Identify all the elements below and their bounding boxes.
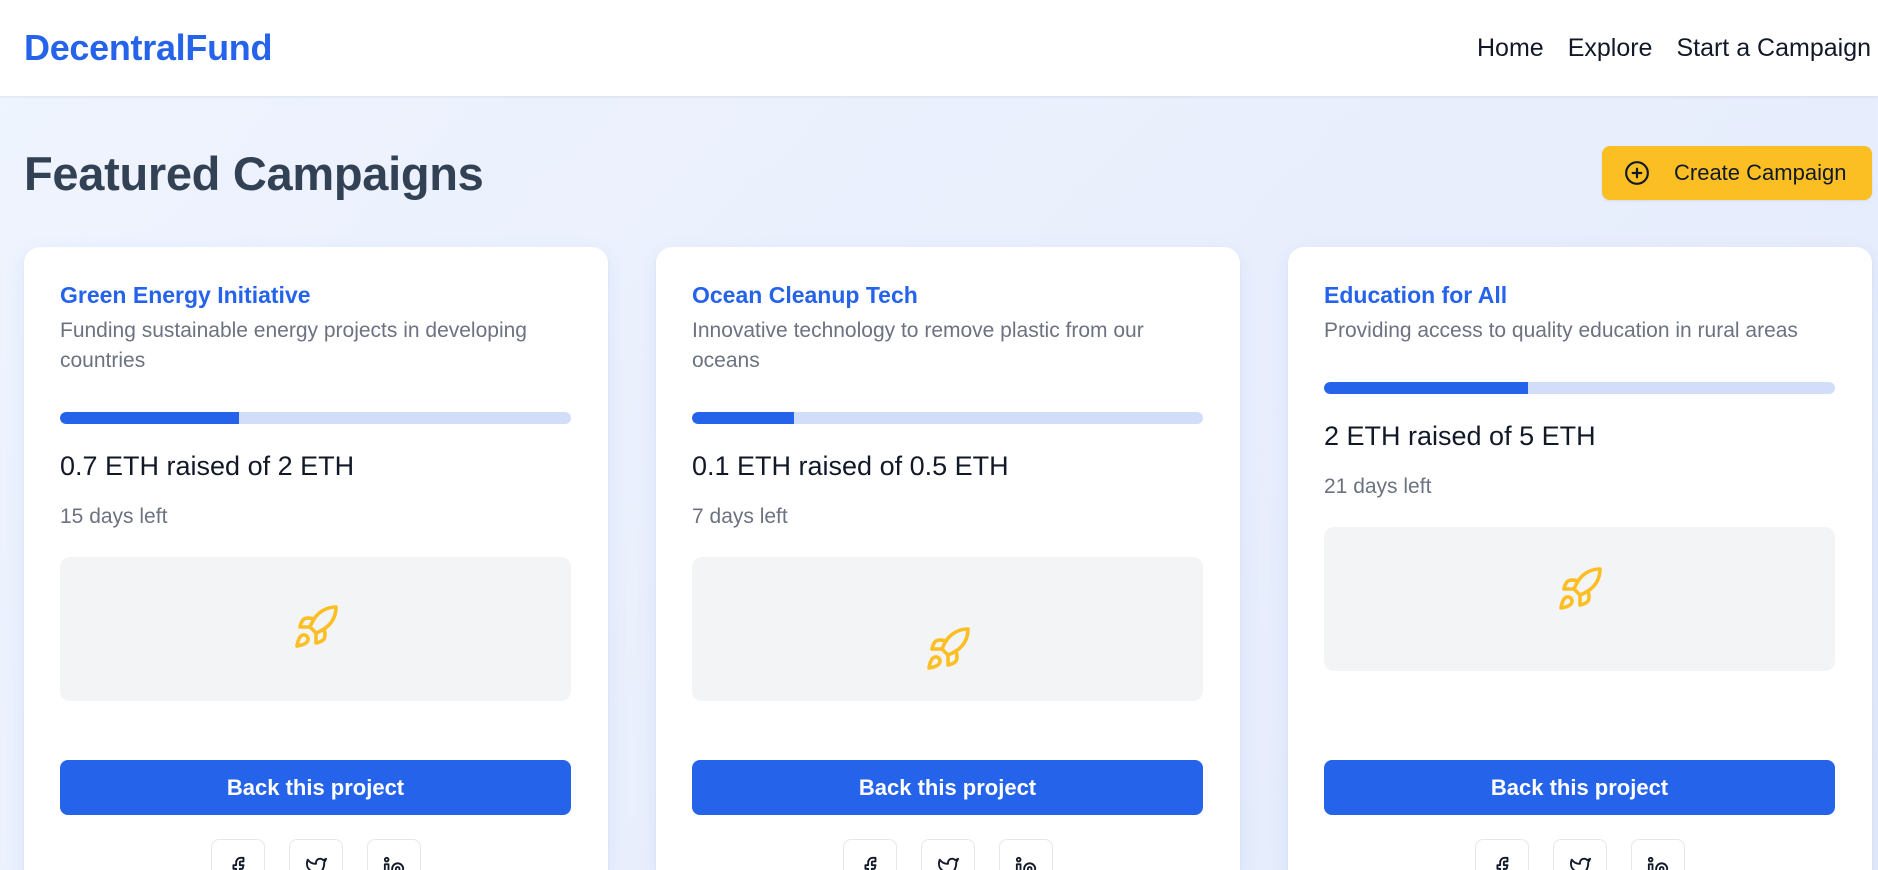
- linkedin-icon: [1647, 856, 1669, 870]
- twitter-icon: [938, 857, 959, 870]
- share-buttons: [24, 839, 608, 870]
- campaign-media: [60, 557, 571, 701]
- share-buttons: [1288, 839, 1872, 870]
- share-facebook-button[interactable]: [1475, 839, 1529, 870]
- campaign-card: Green Energy Initiative Funding sustaina…: [24, 247, 608, 870]
- campaign-card: Education for All Providing access to qu…: [1288, 247, 1872, 870]
- share-twitter-button[interactable]: [289, 839, 343, 870]
- nav-link-start-campaign[interactable]: Start a Campaign: [1676, 34, 1871, 63]
- campaign-description: Funding sustainable energy projects in d…: [60, 319, 527, 372]
- share-facebook-button[interactable]: [211, 839, 265, 870]
- linkedin-icon: [383, 856, 405, 870]
- days-left: 7 days left: [692, 505, 788, 528]
- back-project-button[interactable]: Back this project: [60, 760, 571, 815]
- rocket-icon: [295, 605, 338, 648]
- funding-progress-bar: [692, 412, 1203, 424]
- raised-amount: 0.7 ETH raised of 2 ETH: [60, 451, 355, 481]
- funding-progress-fill: [60, 412, 239, 424]
- campaign-title[interactable]: Ocean Cleanup Tech: [692, 282, 918, 309]
- navbar: DecentralFund Home Explore Start a Campa…: [0, 0, 1878, 96]
- linkedin-icon: [1015, 856, 1037, 870]
- nav-link-home[interactable]: Home: [1477, 34, 1544, 63]
- facebook-icon: [232, 856, 245, 870]
- nav-links: Home Explore Start a Campaign: [1477, 34, 1871, 63]
- campaign-description: Innovative technology to remove plastic …: [692, 319, 1144, 372]
- campaign-title[interactable]: Green Energy Initiative: [60, 282, 311, 309]
- campaign-media: [692, 557, 1203, 701]
- share-twitter-button[interactable]: [921, 839, 975, 870]
- rocket-icon: [1559, 567, 1602, 610]
- nav-link-explore[interactable]: Explore: [1568, 34, 1653, 63]
- funding-progress-fill: [692, 412, 795, 424]
- share-linkedin-button[interactable]: [367, 839, 421, 870]
- create-campaign-label: Create Campaign: [1674, 160, 1847, 185]
- back-project-button[interactable]: Back this project: [692, 760, 1203, 815]
- funding-progress-fill: [1324, 382, 1529, 394]
- plus-circle-icon: [1625, 161, 1649, 185]
- facebook-icon: [1496, 856, 1509, 870]
- days-left: 21 days left: [1324, 475, 1432, 498]
- funding-progress-bar: [60, 412, 571, 424]
- campaign-title[interactable]: Education for All: [1324, 282, 1507, 309]
- create-campaign-button[interactable]: Create Campaign: [1602, 146, 1872, 200]
- page-title: Featured Campaigns: [24, 146, 484, 200]
- raised-amount: 2 ETH raised of 5 ETH: [1324, 421, 1596, 451]
- campaign-card: Ocean Cleanup Tech Innovative technology…: [656, 247, 1240, 870]
- funding-progress-bar: [1324, 382, 1835, 394]
- share-facebook-button[interactable]: [843, 839, 897, 870]
- share-twitter-button[interactable]: [1553, 839, 1607, 870]
- share-linkedin-button[interactable]: [999, 839, 1053, 870]
- rocket-icon: [927, 627, 970, 670]
- brand-logo[interactable]: DecentralFund: [24, 27, 272, 69]
- campaign-media: [1324, 527, 1835, 671]
- raised-amount: 0.1 ETH raised of 0.5 ETH: [692, 451, 1009, 481]
- twitter-icon: [306, 857, 327, 870]
- facebook-icon: [864, 856, 877, 870]
- days-left: 15 days left: [60, 505, 168, 528]
- back-project-button[interactable]: Back this project: [1324, 760, 1835, 815]
- share-linkedin-button[interactable]: [1631, 839, 1685, 870]
- twitter-icon: [1570, 857, 1591, 870]
- page-header: Featured Campaigns Create Campaign: [24, 145, 1872, 201]
- share-buttons: [656, 839, 1240, 870]
- campaign-grid: Green Energy Initiative Funding sustaina…: [24, 247, 1872, 870]
- campaign-description: Providing access to quality education in…: [1324, 319, 1798, 342]
